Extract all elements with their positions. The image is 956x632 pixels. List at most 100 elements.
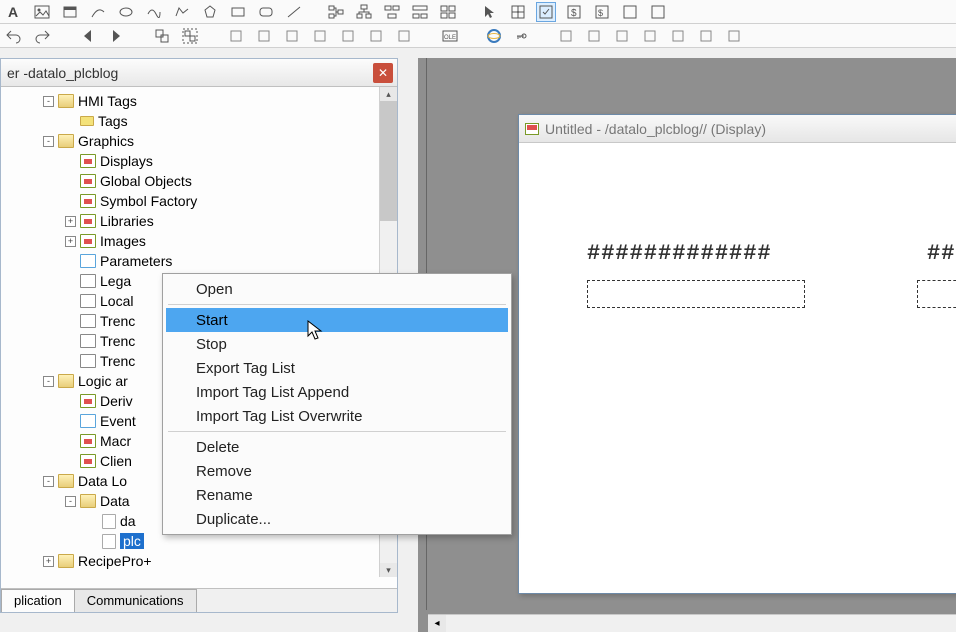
ole-icon[interactable]: OLE [440,26,460,46]
more2-icon[interactable] [648,2,668,22]
panel-title-prefix: er - [7,65,28,81]
context-menu-item[interactable]: Delete [166,435,508,459]
tree-item[interactable]: Displays [1,151,397,171]
generic-tool-icon[interactable] [696,26,716,46]
expand-toggle-icon[interactable]: - [65,496,76,507]
grid-icon[interactable] [508,2,528,22]
canvas-hscrollbar[interactable]: ◂ [428,614,956,632]
context-menu-item[interactable]: Export Tag List [166,356,508,380]
pointer-icon[interactable] [480,2,500,22]
context-menu-item[interactable]: Open [166,277,508,301]
tree-icon[interactable] [326,2,346,22]
tab-communications[interactable]: Communications [74,589,197,612]
image-tool-icon[interactable] [32,2,52,22]
tree-item[interactable]: +Images [1,231,397,251]
generic-tool-icon[interactable] [254,26,274,46]
tree-item[interactable]: Tags [1,111,397,131]
context-menu-item[interactable]: Rename [166,483,508,507]
rect-icon[interactable] [228,2,248,22]
tree-item[interactable]: Global Objects [1,171,397,191]
currency2-icon[interactable]: $ [592,2,612,22]
hscroll-left-icon[interactable]: ◂ [428,615,446,632]
tree-spacer [65,156,76,167]
generic-tool-icon[interactable] [226,26,246,46]
tree-item-label: Local [100,293,133,309]
undo-icon[interactable] [4,26,24,46]
folder-icon [58,134,74,148]
generic-tool-icon[interactable] [640,26,660,46]
expand-toggle-icon[interactable]: - [43,96,54,107]
context-menu-item[interactable]: Stop [166,332,508,356]
expand-toggle-icon[interactable]: + [65,216,76,227]
scroll-down-icon[interactable]: ▾ [380,563,397,577]
scroll-up-icon[interactable]: ▴ [380,87,397,101]
layout2-icon[interactable] [410,2,430,22]
panel-title-bar[interactable]: er - datalo_plcblog ✕ [1,59,397,87]
generic-tool-icon[interactable] [724,26,744,46]
more1-icon[interactable] [620,2,640,22]
input-placeholder-2[interactable] [917,280,956,308]
generic-tool-icon[interactable] [366,26,386,46]
tree-item[interactable]: Parameters [1,251,397,271]
tree-item[interactable]: +Libraries [1,211,397,231]
layout1-icon[interactable] [382,2,402,22]
tree-item[interactable]: Symbol Factory [1,191,397,211]
panel-close-icon[interactable]: ✕ [373,63,393,83]
curve-icon[interactable] [144,2,164,22]
expand-toggle-icon[interactable]: - [43,136,54,147]
numeric-placeholder-2[interactable]: ## [927,241,955,266]
generic-tool-icon[interactable] [282,26,302,46]
generic-tool-icon[interactable] [310,26,330,46]
context-menu-item[interactable]: Remove [166,459,508,483]
grid4-icon[interactable] [438,2,458,22]
tree-item[interactable]: + RecipePro+ [1,551,397,571]
context-menu-item[interactable]: Duplicate... [166,507,508,531]
tree-item-label: RecipePro+ [78,553,152,569]
org-icon[interactable] [354,2,374,22]
snap-icon[interactable] [536,2,556,22]
arc-tool-icon[interactable] [88,2,108,22]
expand-toggle-icon[interactable]: - [43,476,54,487]
polyline-icon[interactable] [172,2,192,22]
ellipse-tool-icon[interactable] [116,2,136,22]
display-window-icon [525,123,539,135]
trend-icon [80,354,96,368]
input-placeholder-1[interactable] [587,280,805,308]
svg-text:$: $ [598,8,603,18]
generic-tool-icon[interactable] [338,26,358,46]
arrow-left-icon[interactable] [78,26,98,46]
tab-application[interactable]: plication [1,589,75,612]
context-menu-item[interactable]: Import Tag List Overwrite [166,404,508,428]
group-icon[interactable] [180,26,200,46]
display-window[interactable]: Untitled - /datalo_plcblog// (Display) #… [518,114,956,594]
polygon-icon[interactable] [200,2,220,22]
tree-item[interactable]: -Graphics [1,131,397,151]
numeric-placeholder-1[interactable]: ############# [587,241,772,266]
scroll-thumb[interactable] [380,101,397,221]
text-tool-icon[interactable]: A [4,2,24,22]
expand-toggle-icon[interactable]: - [43,376,54,387]
panel-icon[interactable] [60,2,80,22]
expand-toggle-icon[interactable]: + [65,236,76,247]
line-icon[interactable] [284,2,304,22]
tree-item-label: Global Objects [100,173,192,189]
generic-tool-icon[interactable] [584,26,604,46]
tree-item[interactable]: -HMI Tags [1,91,397,111]
arrow-right-icon[interactable] [106,26,126,46]
tree-spacer [65,256,76,267]
roundrect-icon[interactable] [256,2,276,22]
key-icon[interactable] [512,26,532,46]
tree-spacer [65,276,76,287]
generic-tool-icon[interactable] [668,26,688,46]
generic-tool-icon[interactable] [612,26,632,46]
display-window-titlebar[interactable]: Untitled - /datalo_plcblog// (Display) [519,115,956,143]
context-menu-item[interactable]: Start [166,308,508,332]
ie-icon[interactable] [484,26,504,46]
context-menu-item[interactable]: Import Tag List Append [166,380,508,404]
expand-toggle-icon[interactable]: + [43,556,54,567]
generic-tool-icon[interactable] [556,26,576,46]
generic-tool-icon[interactable] [394,26,414,46]
ungroup-icon[interactable] [152,26,172,46]
redo-icon[interactable] [32,26,52,46]
currency-icon[interactable]: $ [564,2,584,22]
